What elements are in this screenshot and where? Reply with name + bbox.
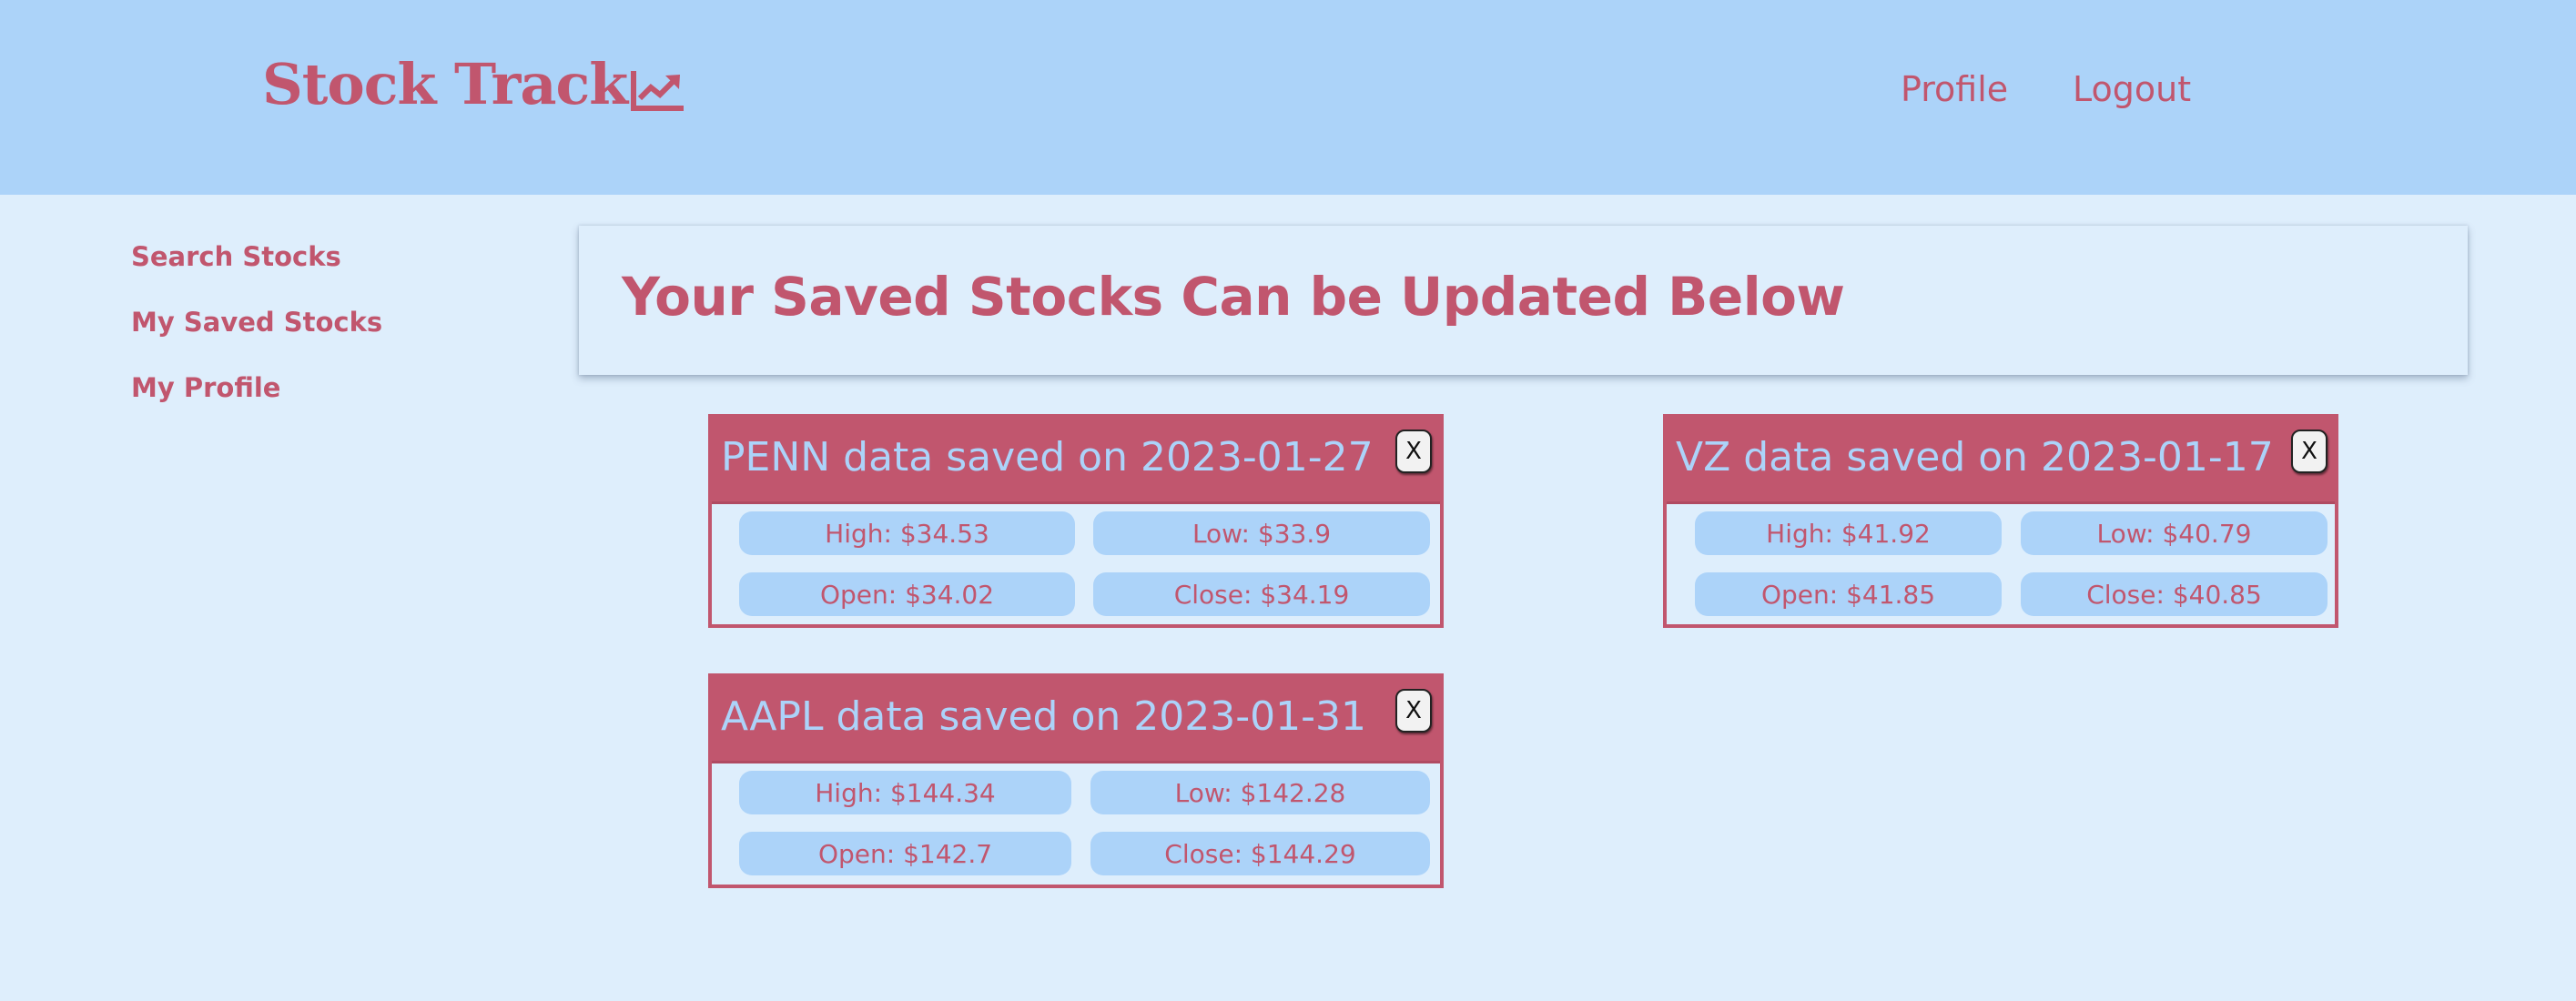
page-title: Your Saved Stocks Can be Updated Below bbox=[622, 266, 1845, 328]
stock-low-value: Low: $33.9 bbox=[1093, 511, 1430, 555]
page-title-banner: Your Saved Stocks Can be Updated Below bbox=[579, 226, 2468, 375]
stock-card-penn: PENN data saved on 2023-01-27 X High: $3… bbox=[708, 414, 1444, 628]
stock-card-aapl: AAPL data saved on 2023-01-31 X High: $1… bbox=[708, 673, 1444, 888]
stock-low-value: Low: $40.79 bbox=[2021, 511, 2328, 555]
stock-high-value: High: $41.92 bbox=[1695, 511, 2002, 555]
delete-stock-button[interactable]: X bbox=[1395, 430, 1432, 473]
stock-card-vz: VZ data saved on 2023-01-17 X High: $41.… bbox=[1663, 414, 2338, 628]
sidebar: Search Stocks My Saved Stocks My Profile bbox=[131, 238, 382, 435]
stock-close-value: Close: $34.19 bbox=[1093, 572, 1430, 616]
stock-card-title: VZ data saved on 2023-01-17 bbox=[1676, 434, 2274, 480]
stock-close-value: Close: $40.85 bbox=[2021, 572, 2328, 616]
delete-stock-button[interactable]: X bbox=[1395, 689, 1432, 733]
stock-card-title: AAPL data saved on 2023-01-31 bbox=[721, 693, 1366, 740]
stock-close-value: Close: $144.29 bbox=[1090, 832, 1430, 875]
delete-stock-button[interactable]: X bbox=[2291, 430, 2328, 473]
stock-card-header: AAPL data saved on 2023-01-31 X bbox=[712, 677, 1440, 763]
stock-open-value: Open: $34.02 bbox=[739, 572, 1075, 616]
nav-logout-link[interactable]: Logout bbox=[2073, 69, 2191, 109]
stock-card-title: PENN data saved on 2023-01-27 bbox=[721, 434, 1374, 480]
nav-profile-link[interactable]: Profile bbox=[1901, 69, 2008, 109]
top-header: Stock Track Profile Logout bbox=[0, 0, 2576, 195]
stock-open-value: Open: $142.7 bbox=[739, 832, 1071, 875]
stock-open-value: Open: $41.85 bbox=[1695, 572, 2002, 616]
sidebar-item-my-saved-stocks[interactable]: My Saved Stocks bbox=[131, 304, 382, 369]
brand-logo[interactable]: Stock Track bbox=[262, 56, 685, 113]
stock-high-value: High: $144.34 bbox=[739, 771, 1071, 814]
sidebar-item-my-profile[interactable]: My Profile bbox=[131, 369, 382, 435]
sidebar-item-search-stocks[interactable]: Search Stocks bbox=[131, 238, 382, 304]
brand-name: Stock Track bbox=[262, 51, 628, 117]
stock-card-header: PENN data saved on 2023-01-27 X bbox=[712, 418, 1440, 504]
stock-card-header: VZ data saved on 2023-01-17 X bbox=[1667, 418, 2335, 504]
stock-high-value: High: $34.53 bbox=[739, 511, 1075, 555]
trending-up-icon bbox=[631, 71, 685, 111]
stock-low-value: Low: $142.28 bbox=[1090, 771, 1430, 814]
